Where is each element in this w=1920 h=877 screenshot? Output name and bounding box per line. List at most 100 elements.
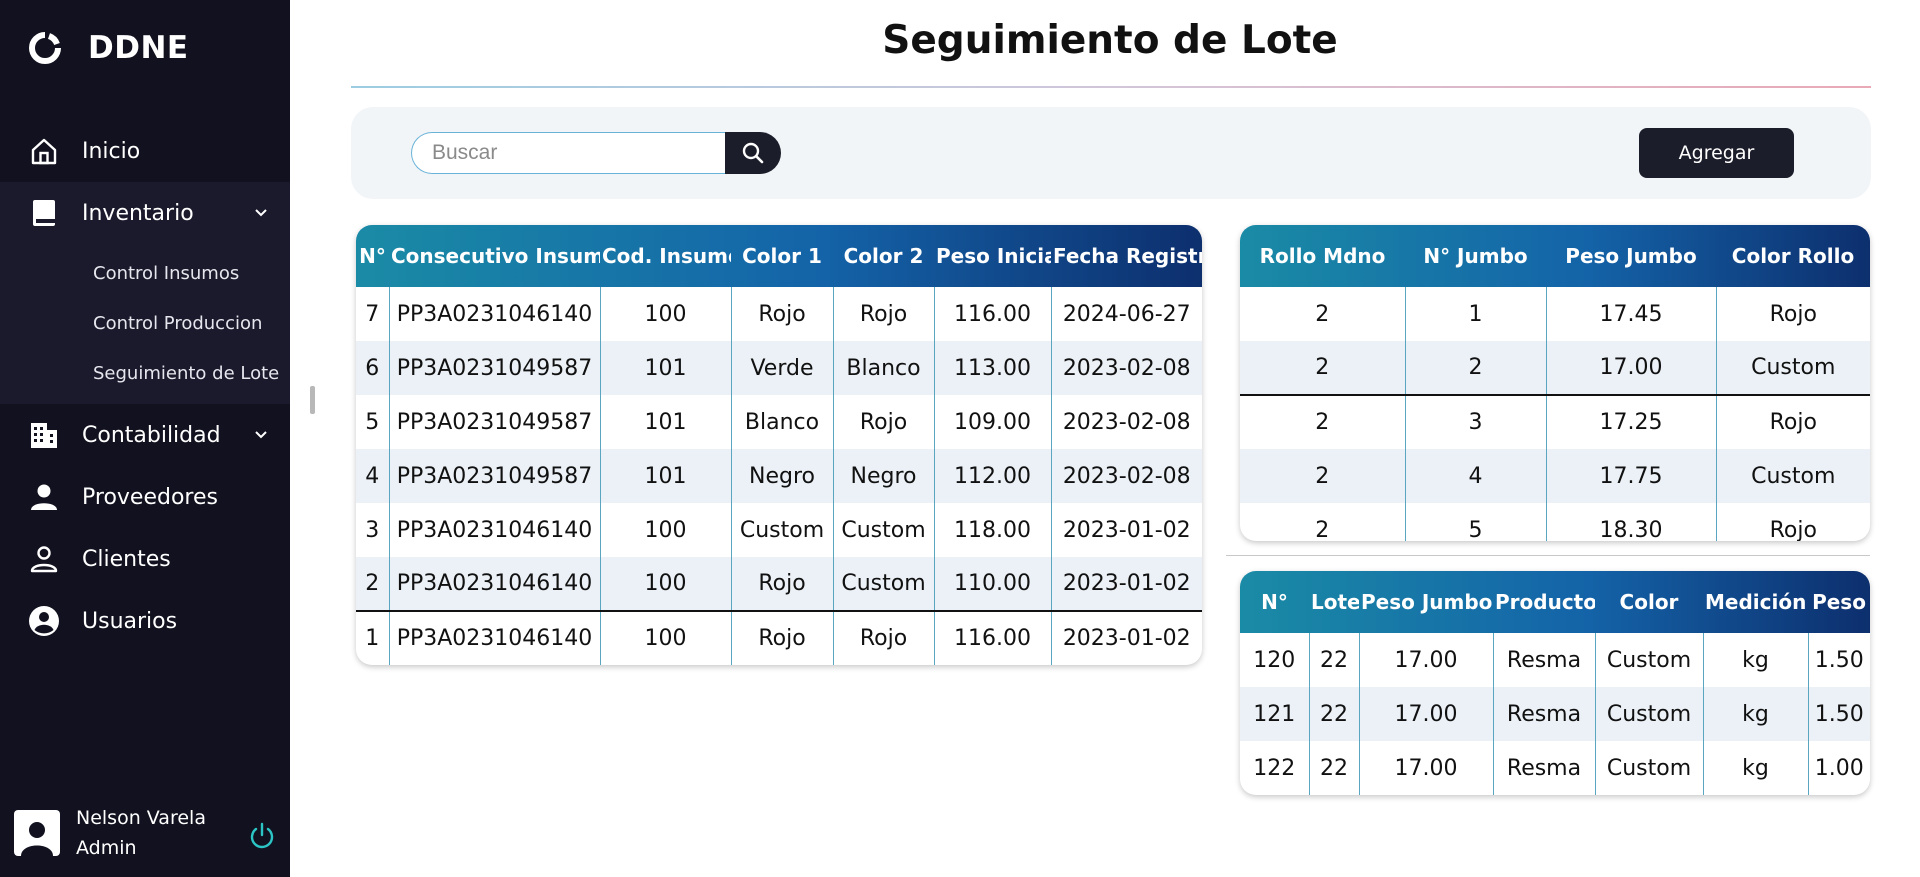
- title-divider: [351, 86, 1871, 88]
- table-row[interactable]: 2 PP3A0231046140 100 Rojo Custom 110.00 2023-0…: [356, 557, 1202, 612]
- building-icon: [28, 419, 60, 451]
- table-cell: 100: [599, 503, 731, 557]
- brand[interactable]: DDNE: [28, 30, 189, 66]
- sidebar-item-usuarios[interactable]: Usuarios: [0, 590, 290, 652]
- sidebar-item-contabilidad[interactable]: Contabilidad: [0, 404, 290, 466]
- section-divider: [1226, 555, 1870, 556]
- column-header[interactable]: N°: [1240, 571, 1309, 633]
- table-cell: kg: [1702, 633, 1808, 687]
- table-cell: Rojo: [730, 611, 833, 665]
- user-profile: Nelson Varela Admin: [14, 803, 279, 863]
- table-cell: 2023-02-08: [1050, 341, 1202, 395]
- column-header[interactable]: Consecutivo Insumo: [389, 225, 600, 287]
- table-row[interactable]: 2 3 17.25 Rojo: [1240, 395, 1870, 449]
- table-row[interactable]: 5 PP3A0231049587 101 Blanco Rojo 109.00 2023-0…: [356, 395, 1202, 449]
- table-cell: 2024-06-27: [1050, 287, 1202, 341]
- submenu-item-control-produccion[interactable]: Control Produccion: [0, 298, 290, 348]
- table-cell: Rojo: [832, 287, 934, 341]
- table-row[interactable]: 122 22 17.00 Resma Custom kg 1.00: [1240, 741, 1870, 795]
- table-row[interactable]: 7 PP3A0231046140 100 Rojo Rojo 116.00 2024-06-…: [356, 287, 1202, 341]
- person-outline-icon: [28, 543, 60, 575]
- table-cell: Custom: [1594, 741, 1703, 795]
- sidebar-item-clientes[interactable]: Clientes: [0, 528, 290, 590]
- avatar-person-icon: [21, 822, 53, 856]
- user-circle-icon: [28, 605, 60, 637]
- column-header[interactable]: Producto: [1493, 571, 1595, 633]
- table-cell: Rojo: [1715, 287, 1870, 341]
- table-cell: kg: [1702, 741, 1808, 795]
- column-header[interactable]: Color Rollo: [1716, 225, 1870, 287]
- column-header[interactable]: Color: [1595, 571, 1703, 633]
- table-cell: 112.00: [933, 449, 1051, 503]
- sidebar-item-label: Clientes: [82, 546, 171, 572]
- table-cell: Resma: [1492, 633, 1595, 687]
- table-row[interactable]: 120 22 17.00 Resma Custom kg 1.50: [1240, 633, 1870, 687]
- table-row[interactable]: 1 PP3A0231046140 100 Rojo Rojo 116.00 2023-01-…: [356, 611, 1202, 665]
- table-cell: Rojo: [730, 287, 833, 341]
- column-header[interactable]: Rollo Mdno: [1240, 225, 1405, 287]
- table-cell: Rojo: [832, 611, 934, 665]
- table-cell: Verde: [730, 341, 833, 395]
- column-header[interactable]: N° Jumbo: [1405, 225, 1546, 287]
- table-cell: 2023-02-08: [1050, 449, 1202, 503]
- column-header[interactable]: Medición: [1703, 571, 1808, 633]
- table-row[interactable]: 3 PP3A0231046140 100 Custom Custom 118.00 2023…: [356, 503, 1202, 557]
- search-button[interactable]: [725, 132, 781, 174]
- table-row[interactable]: 2 4 17.75 Custom: [1240, 449, 1870, 503]
- table-header-row: N° Consecutivo Insumo Cod. Insumo Color …: [356, 225, 1202, 287]
- chevron-down-icon: [255, 431, 267, 439]
- column-header[interactable]: Fecha Registro: [1051, 225, 1202, 287]
- power-icon[interactable]: [247, 821, 277, 851]
- table-cell: 101: [599, 341, 731, 395]
- search-icon: [742, 142, 764, 164]
- column-header[interactable]: Lote: [1309, 571, 1359, 633]
- submenu-item-control-insumos[interactable]: Control Insumos: [0, 248, 290, 298]
- user-name: Nelson Varela: [76, 807, 206, 829]
- column-header[interactable]: Peso Jumbo: [1359, 571, 1493, 633]
- table-row[interactable]: 121 22 17.00 Resma Custom kg 1.50: [1240, 687, 1870, 741]
- column-header[interactable]: Color 2: [833, 225, 934, 287]
- column-header[interactable]: N°: [356, 225, 389, 287]
- table-row[interactable]: 4 PP3A0231049587 101 Negro Negro 112.00 2023-0…: [356, 449, 1202, 503]
- table-cell: 101: [599, 395, 731, 449]
- table-row[interactable]: 6 PP3A0231049587 101 Verde Blanco 113.00 2023-…: [356, 341, 1202, 395]
- table-cell: 2: [356, 557, 389, 612]
- sidebar-item-proveedores[interactable]: Proveedores: [0, 466, 290, 528]
- resize-handle[interactable]: [310, 386, 315, 414]
- column-header[interactable]: Peso Inicial: [934, 225, 1051, 287]
- sidebar-item-label: Inicio: [82, 138, 141, 164]
- submenu-item-seguimiento-lote[interactable]: Seguimiento de Lote: [0, 348, 290, 398]
- avatar: [14, 810, 60, 856]
- table-cell: 100: [599, 287, 731, 341]
- table-cell: 1.50: [1807, 687, 1870, 741]
- table-cell: 2: [1315, 517, 1330, 542]
- table-row[interactable]: 2 5 18.30 Rojo: [1240, 503, 1870, 541]
- column-header[interactable]: Peso Jumbo: [1546, 225, 1716, 287]
- search-input[interactable]: [411, 132, 725, 174]
- column-header[interactable]: Cod. Insumo: [600, 225, 731, 287]
- table-cell: 17.00: [1358, 687, 1493, 741]
- column-header[interactable]: Peso: [1808, 571, 1870, 633]
- add-button[interactable]: Agregar: [1639, 128, 1794, 178]
- column-header[interactable]: Color 1: [731, 225, 833, 287]
- table-row[interactable]: 2 2 17.00 Custom: [1240, 341, 1870, 396]
- sidebar-item-inventario[interactable]: Inventario: [0, 182, 290, 244]
- table-cell: PP3A0231046140: [388, 287, 600, 341]
- person-icon: [28, 481, 60, 513]
- sidebar-item-label: Usuarios: [82, 608, 178, 634]
- sidebar: DDNE Inicio Inventario Control Insumos C…: [0, 0, 290, 877]
- table-cell: Custom: [832, 557, 934, 612]
- table-cell: PP3A0231049587: [388, 341, 600, 395]
- sidebar-item-inicio[interactable]: Inicio: [0, 120, 290, 182]
- jumbos-rows: 2 1 17.45 Rojo 2 2 17.00 Custom 2 3 17.25 Rojo 2 4 17.…: [1240, 287, 1870, 541]
- productos-rows: 120 22 17.00 Resma Custom kg 1.50 121 22 17.00 Res…: [1240, 633, 1870, 795]
- table-cell: 4: [1404, 449, 1546, 503]
- table-row[interactable]: 2 1 17.45 Rojo: [1240, 287, 1870, 341]
- table-cell: 1: [1404, 287, 1546, 341]
- table-cell: 2023-01-02: [1050, 557, 1202, 612]
- home-icon: [28, 135, 60, 167]
- table-cell: 2: [1315, 301, 1330, 327]
- book-icon: [28, 197, 60, 229]
- table-cell: Resma: [1492, 741, 1595, 795]
- table-cell: Blanco: [832, 341, 934, 395]
